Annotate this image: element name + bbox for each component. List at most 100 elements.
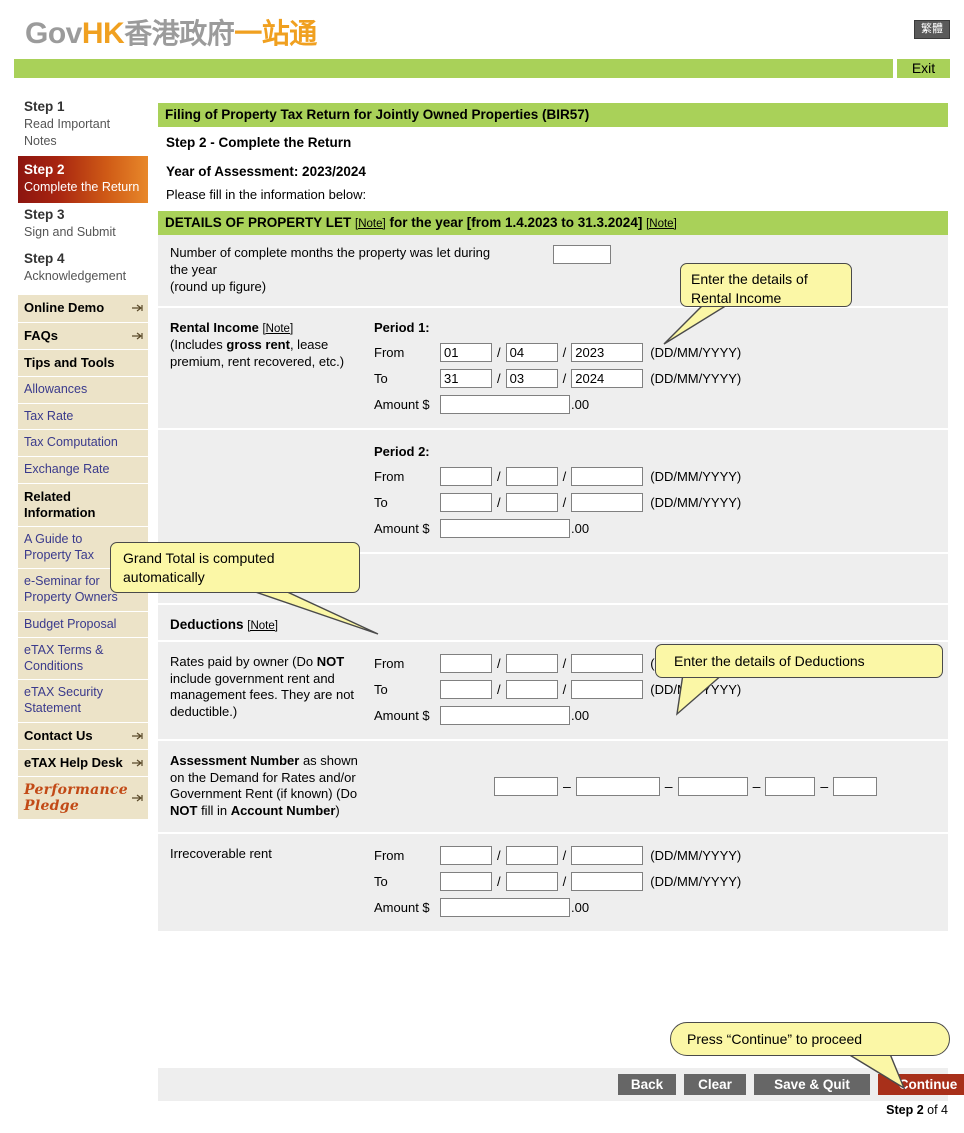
period2-amount-input[interactable] <box>440 518 570 538</box>
rates-from-month-input[interactable] <box>505 653 558 673</box>
sidebar-step-2-title: Step 2 <box>24 161 65 177</box>
step-indicator: Step 2 of 4 <box>158 1103 950 1117</box>
sidebar-step-3-title: Step 3 <box>24 207 65 223</box>
sidebar-nav-item-contact-us[interactable]: Contact Us <box>18 722 148 750</box>
sidebar-nav-label: Exchange Rate <box>24 461 110 476</box>
period2-to-month-input[interactable] <box>505 492 558 512</box>
date-format-hint: (DD/MM/YYYY) <box>650 494 742 510</box>
sidebar-step-2[interactable]: Step 2 Complete the Return <box>18 155 148 204</box>
fill-in-instruction: Please fill in the information below: <box>166 187 367 202</box>
period2-to-year-input[interactable] <box>571 492 644 512</box>
irrecoverable-from-line: From / / (DD/MM/YYYY) <box>374 846 948 866</box>
sidebar-nav-item-performance-pledge[interactable]: Performance Pledge <box>18 777 148 821</box>
assessment-text-3: ) <box>335 803 340 819</box>
sidebar-step-3-subtitle: Sign and Submit <box>24 225 116 240</box>
period2-spacer <box>170 444 374 538</box>
clear-button[interactable]: Clear <box>684 1074 746 1095</box>
sidebar-nav-item-tips-and-tools[interactable]: Tips and Tools <box>18 349 148 377</box>
rates-to-day-input[interactable] <box>440 679 492 699</box>
irrecoverable-from-year-input[interactable] <box>571 846 644 866</box>
period2-from-day-input[interactable] <box>440 466 492 486</box>
sidebar-nav-item-etax-help-desk[interactable]: eTAX Help Desk <box>18 749 148 778</box>
slash-sep: / <box>562 344 567 360</box>
period1-to-line: To / / (DD/MM/YYYY) <box>374 368 948 388</box>
sidebar-step-4[interactable]: Step 4 Acknowledgement <box>18 247 148 291</box>
period1-from-year-input[interactable] <box>571 342 644 362</box>
note-link-year[interactable]: [Note] <box>646 218 677 230</box>
assessment-number-inputs: – – – – <box>374 776 948 796</box>
note-link-rental-income[interactable]: [Note] <box>262 323 293 335</box>
sidebar-nav-item-tax-computation[interactable]: Tax Computation <box>18 430 148 457</box>
irrecoverable-to-day-input[interactable] <box>440 872 492 892</box>
rates-label-2: include government rent and management f… <box>170 670 355 720</box>
sidebar-nav-item-etax-terms-conditions[interactable]: eTAX Terms & Conditions <box>18 638 148 681</box>
period2-from-line: From / / (DD/MM/YYYY) <box>374 466 948 486</box>
row-irrecoverable-rent: Irrecoverable rent From / / (DD/MM/YYYY)… <box>158 834 948 932</box>
slash-sep: / <box>497 468 501 484</box>
callout-continue-text: Press “Continue” to proceed <box>687 1031 863 1047</box>
rates-to-year-input[interactable] <box>571 679 644 699</box>
irrecoverable-to-month-input[interactable] <box>505 872 558 892</box>
sidebar-nav-label: Allowances <box>24 382 88 396</box>
assessment-bold-1: Assessment Number <box>170 752 300 768</box>
irrecoverable-amount-label: Amount $ <box>374 900 430 916</box>
rates-paid-label: Rates paid by owner (Do NOT include gove… <box>170 654 374 725</box>
assessment-part-4-input[interactable] <box>765 776 816 796</box>
irrecoverable-from-day-input[interactable] <box>440 846 492 866</box>
assessment-part-1-input[interactable] <box>494 776 558 796</box>
period1-amount-input[interactable] <box>440 394 570 414</box>
period1-to-year-input[interactable] <box>571 368 644 388</box>
period1-from-month-input[interactable] <box>505 342 558 362</box>
assessment-part-5-input[interactable] <box>833 776 878 796</box>
sidebar-nav-label: Tips and Tools <box>24 354 115 370</box>
period1-to-month-input[interactable] <box>505 368 558 388</box>
sidebar-nav-item-etax-security-statement[interactable]: eTAX Security Statement <box>18 680 148 723</box>
period1-from-day-input[interactable] <box>440 342 492 362</box>
date-format-hint: (DD/MM/YYYY) <box>650 468 742 484</box>
row-rental-income-period1: Rental Income [Note] (Includes gross ren… <box>158 307 948 430</box>
irrecoverable-amount-input[interactable] <box>440 898 570 918</box>
callout-continue: Press “Continue” to proceed <box>670 1022 950 1056</box>
period1-amount-line: Amount $ .00 <box>374 394 948 414</box>
irrecoverable-to-year-input[interactable] <box>571 872 644 892</box>
section-title-mid: for the year [from 1.4.2023 to 31.3.2024… <box>385 215 647 230</box>
sidebar-step-1[interactable]: Step 1 Read Important Notes <box>18 95 148 156</box>
sidebar-nav-item-allowances[interactable]: Allowances <box>18 377 148 404</box>
rates-to-month-input[interactable] <box>505 679 558 699</box>
period2-from-label: From <box>374 468 405 484</box>
slash-sep: / <box>562 655 567 671</box>
period2-from-year-input[interactable] <box>571 466 644 486</box>
sidebar-nav-item-faqs[interactable]: FAQs <box>18 322 148 350</box>
callout-deductions: Enter the details of Deductions <box>655 644 943 678</box>
back-button[interactable]: Back <box>618 1074 676 1095</box>
sidebar-nav-item-exchange-rate[interactable]: Exchange Rate <box>18 456 148 484</box>
exit-button[interactable]: Exit <box>897 59 950 78</box>
note-link-property-let[interactable]: [Note] <box>355 218 386 230</box>
assessment-part-3-input[interactable] <box>677 776 748 796</box>
sidebar-nav-item-budget-proposal[interactable]: Budget Proposal <box>18 611 148 639</box>
rates-label-1: Rates paid by owner (Do <box>170 653 317 669</box>
irrecoverable-from-month-input[interactable] <box>505 846 558 866</box>
logo-hk-text: HK <box>81 17 125 50</box>
rates-from-day-input[interactable] <box>440 653 492 673</box>
rates-amount-input[interactable] <box>440 705 570 725</box>
callout-continue-tail <box>846 1053 906 1090</box>
period2-from-month-input[interactable] <box>505 466 558 486</box>
sidebar-nav-item-online-demo[interactable]: Online Demo <box>18 295 148 323</box>
sidebar-nav-item-tax-rate[interactable]: Tax Rate <box>18 403 148 431</box>
period2-to-day-input[interactable] <box>440 492 492 512</box>
assessment-number-label: Assessment Number as shown on the Demand… <box>170 753 374 821</box>
sidebar-nav-item-related-information[interactable]: Related Information <box>18 483 148 527</box>
complete-months-input[interactable] <box>553 245 611 264</box>
slash-sep: / <box>497 874 501 890</box>
assessment-part-2-input[interactable] <box>575 776 660 796</box>
period1-to-day-input[interactable] <box>440 368 492 388</box>
sidebar-nav-label: Performance Pledge <box>24 782 128 815</box>
rates-from-year-input[interactable] <box>571 653 644 673</box>
language-toggle-button[interactable]: 繁體 <box>914 20 950 40</box>
cents-suffix: .00 <box>571 396 590 412</box>
sidebar-step-3[interactable]: Step 3 Sign and Submit <box>18 203 148 247</box>
rental-income-label: Rental Income [Note] (Includes gross ren… <box>170 320 374 414</box>
complete-months-label-l3: (round up figure) <box>170 278 267 294</box>
slash-sep: / <box>562 468 567 484</box>
